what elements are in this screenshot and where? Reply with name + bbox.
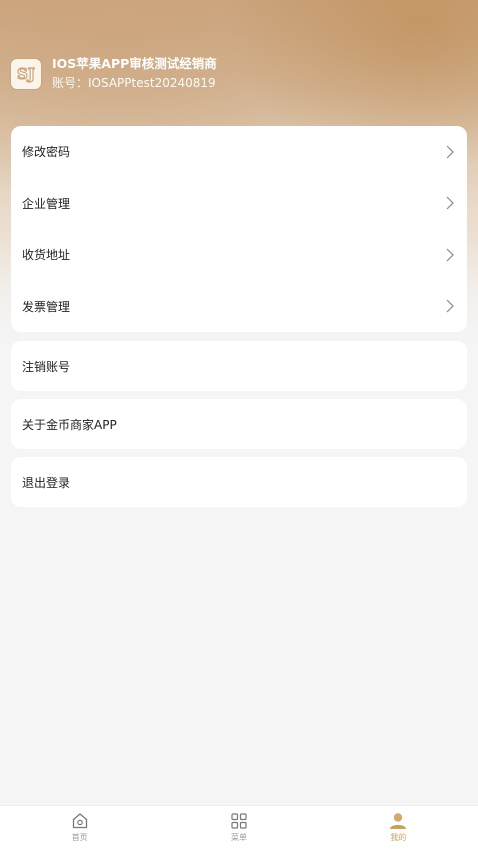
tab-mine[interactable]: 我的	[319, 806, 478, 850]
menu-item-shipping-address[interactable]: 收货地址	[11, 229, 467, 281]
logout-button[interactable]: 退出登录	[11, 457, 467, 507]
about-app-label: 关于金币商家APP	[22, 417, 117, 432]
menu-item-label: 发票管理	[22, 299, 71, 314]
menu-item-enterprise-management[interactable]: 企业管理	[11, 178, 467, 230]
svg-text:SJ: SJ	[17, 65, 35, 83]
tab-home-label: 首页	[71, 833, 88, 842]
grid-icon	[231, 813, 247, 829]
shop-logo: SJ	[10, 57, 42, 90]
profile-header: SJ IOS苹果APP审核测试经销商 账号：IOSAPPtest20240819	[10, 56, 217, 91]
about-app-button[interactable]: 关于金币商家APP	[11, 399, 467, 449]
logout-label: 退出登录	[22, 475, 71, 490]
menu-item-label: 企业管理	[22, 196, 71, 211]
cancel-account-label: 注销账号	[22, 359, 71, 374]
menu-item-change-password[interactable]: 修改密码	[11, 126, 467, 178]
chevron-right-icon	[446, 196, 454, 210]
cancel-account-button[interactable]: 注销账号	[11, 341, 467, 391]
tab-menu[interactable]: 菜单	[159, 806, 318, 850]
tab-menu-label: 菜单	[230, 833, 247, 842]
profile-info: IOS苹果APP审核测试经销商 账号：IOSAPPtest20240819	[52, 56, 217, 91]
bottom-tab-bar: 首页 菜单 我的	[0, 805, 478, 850]
chevron-right-icon	[446, 299, 454, 313]
settings-menu-card: 修改密码 企业管理 收货地址 发票管理	[11, 126, 467, 332]
menu-item-invoice-management[interactable]: 发票管理	[11, 281, 467, 333]
account-line: 账号：IOSAPPtest20240819	[52, 75, 217, 91]
chevron-right-icon	[446, 145, 454, 159]
tab-mine-label: 我的	[390, 833, 407, 842]
account-label: 账号：	[52, 76, 89, 90]
tab-home[interactable]: 首页	[0, 806, 159, 850]
user-icon	[390, 813, 407, 829]
menu-item-label: 收货地址	[22, 248, 71, 263]
logo-mark-icon: SJ	[16, 64, 35, 83]
home-icon	[72, 813, 87, 829]
shop-name: IOS苹果APP审核测试经销商	[52, 56, 217, 71]
account-value: IOSAPPtest20240819	[88, 76, 216, 90]
chevron-right-icon	[446, 248, 454, 262]
menu-item-label: 修改密码	[22, 145, 71, 160]
